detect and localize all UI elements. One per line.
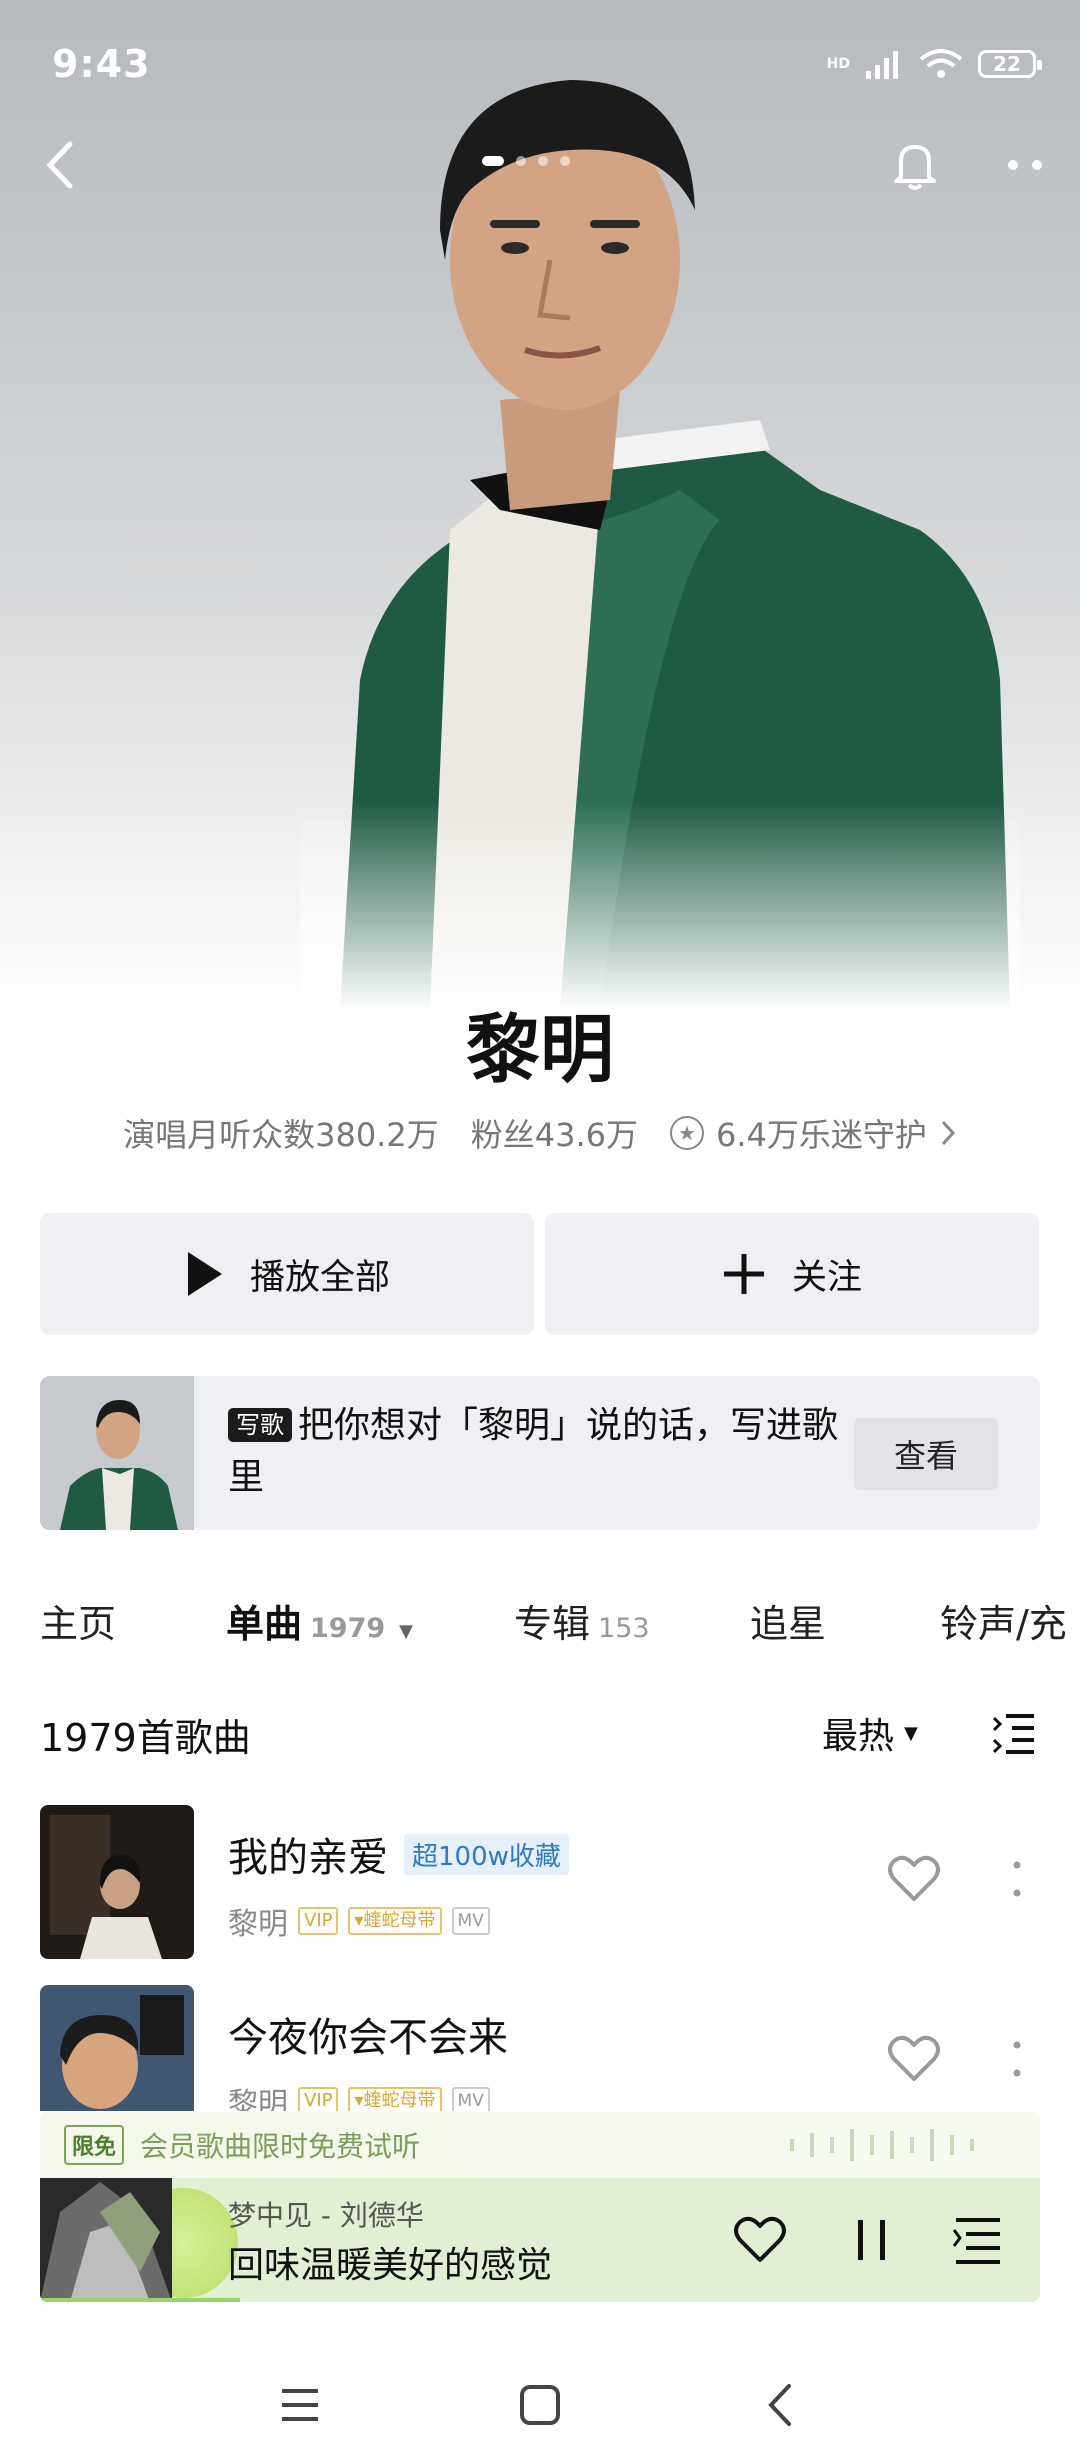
fans-count: 粉丝43.6万 xyxy=(470,1116,638,1154)
tab-albums-label: 专辑 xyxy=(514,1601,591,1646)
home-icon xyxy=(520,2385,560,2425)
guardians-link[interactable]: ★ 6.4万乐迷守护 xyxy=(669,1110,957,1156)
write-song-banner[interactable]: 写歌 把你想对「黎明」说的话，写进歌里 查看 xyxy=(40,1376,1040,1530)
nav-back-icon xyxy=(768,2384,791,2426)
player-progress xyxy=(40,2298,240,2302)
tab-ringtones-label: 铃声/充 xyxy=(940,1601,1067,1646)
write-song-tag: 写歌 xyxy=(228,1408,292,1442)
tab-fandom[interactable]: 追星 xyxy=(750,1593,940,1648)
home-button[interactable] xyxy=(505,2370,575,2440)
artist-tabs: 主页 单曲 1979 ▼ 专辑 153 追星 铃声/充 xyxy=(40,1585,1080,1655)
sort-label: 最热 xyxy=(822,1716,895,1757)
free-trial-bar[interactable]: 限免 会员歌曲限时免费试听 xyxy=(40,2112,1040,2178)
plus-icon xyxy=(723,1254,764,1294)
song-artist: 黎明 xyxy=(228,1907,288,1942)
tab-ringtones[interactable]: 铃声/充 xyxy=(940,1593,1080,1648)
song-cover xyxy=(40,1805,194,1959)
photo-page-indicator xyxy=(482,156,570,166)
chevron-right-icon xyxy=(941,1120,955,1146)
play-icon xyxy=(187,1252,222,1296)
heart-icon[interactable] xyxy=(884,1849,944,1909)
tab-singles-count: 1979 xyxy=(310,1612,386,1644)
tab-home[interactable]: 主页 xyxy=(40,1593,226,1648)
song-title: 我的亲爱 xyxy=(228,1835,388,1881)
quality-badge: ▾蝰蛇母带 xyxy=(348,2087,442,2111)
song-artist: 黎明 xyxy=(228,2087,288,2111)
banner-message: 把你想对「黎明」说的话，写进歌里 xyxy=(228,1405,839,1498)
player-lyric: 回味温暖美好的感觉 xyxy=(228,2245,553,2286)
more-vertical-icon[interactable] xyxy=(1002,1849,1032,1909)
mv-badge[interactable]: MV xyxy=(451,1907,490,1935)
battery-indicator: 22 xyxy=(978,50,1042,78)
bell-icon xyxy=(894,145,936,190)
nav-back-button[interactable] xyxy=(745,2370,815,2440)
song-title-area: 今夜你会不会来 xyxy=(228,2005,508,2063)
star-icon: ★ xyxy=(669,1116,704,1150)
more-vertical-icon[interactable] xyxy=(1002,2029,1032,2089)
banner-text: 写歌 把你想对「黎明」说的话，写进歌里 xyxy=(228,1400,868,1504)
network-label: HD xyxy=(826,56,850,72)
artist-photo xyxy=(300,60,1020,1010)
song-title-area: 我的亲爱 超100w收藏 xyxy=(228,1825,569,1883)
song-title: 今夜你会不会来 xyxy=(228,2015,508,2061)
status-icons: HD 22 xyxy=(826,44,1042,84)
menu-icon xyxy=(282,2389,318,2421)
tab-home-label: 主页 xyxy=(40,1601,117,1646)
waveform-icon xyxy=(790,2129,974,2161)
player-cover[interactable] xyxy=(40,2178,172,2302)
free-tag: 限免 xyxy=(64,2125,125,2165)
queue-icon[interactable] xyxy=(948,2210,1008,2270)
tab-fandom-label: 追星 xyxy=(750,1601,827,1646)
list-icon[interactable] xyxy=(990,1710,1038,1758)
status-time: 9:43 xyxy=(52,42,151,86)
song-count-title: 1979首歌曲 xyxy=(40,1716,251,1760)
menu-button[interactable] xyxy=(265,2370,335,2440)
quality-badge: ▾蝰蛇母带 xyxy=(348,1907,442,1935)
caret-down-icon: ▼ xyxy=(399,1620,414,1642)
back-icon xyxy=(46,141,73,189)
player-track-artist: 梦中见 - 刘德华 xyxy=(228,2199,424,2232)
pause-icon[interactable] xyxy=(842,2210,902,2270)
song-row[interactable]: 今夜你会不会来 黎明 VIP ▾蝰蛇母带 MV xyxy=(40,1985,1040,2111)
follow-button[interactable]: 关注 xyxy=(545,1213,1039,1335)
artist-stats: 演唱月听众数380.2万 粉丝43.6万 ★ 6.4万乐迷守护 xyxy=(0,1110,1080,1156)
more-icon xyxy=(1008,160,1042,170)
view-button[interactable]: 查看 xyxy=(854,1418,998,1490)
song-cover xyxy=(40,1985,194,2111)
vip-badge: VIP xyxy=(298,1907,339,1935)
system-nav-bar xyxy=(0,2350,1080,2460)
song-row[interactable]: 我的亲爱 超100w收藏 黎明 VIP ▾蝰蛇母带 MV xyxy=(40,1805,1040,1961)
mv-badge[interactable]: MV xyxy=(451,2087,490,2111)
collect-badge: 超100w收藏 xyxy=(404,1833,569,1875)
notification-button[interactable] xyxy=(880,130,950,200)
wifi-icon xyxy=(919,49,963,78)
follow-label: 关注 xyxy=(791,1257,862,1298)
tab-singles[interactable]: 单曲 1979 ▼ xyxy=(226,1593,514,1648)
tab-albums[interactable]: 专辑 153 xyxy=(514,1593,750,1648)
song-meta: 黎明 VIP ▾蝰蛇母带 MV xyxy=(228,2079,490,2111)
trial-text: 会员歌曲限时免费试听 xyxy=(140,2130,421,2163)
guardians-count: 6.4万乐迷守护 xyxy=(715,1116,927,1154)
play-all-label: 播放全部 xyxy=(249,1257,390,1298)
more-button[interactable] xyxy=(990,130,1060,200)
back-button[interactable] xyxy=(24,130,94,200)
mini-player[interactable]: 梦中见 - 刘德华 回味温暖美好的感觉 xyxy=(40,2178,1040,2302)
play-all-button[interactable]: 播放全部 xyxy=(40,1213,534,1335)
tab-singles-label: 单曲 xyxy=(226,1601,303,1646)
song-meta: 黎明 VIP ▾蝰蛇母带 MV xyxy=(228,1899,490,1943)
heart-icon[interactable] xyxy=(730,2210,790,2270)
artist-name: 黎明 xyxy=(466,1007,614,1093)
signal-icon xyxy=(866,51,898,79)
vip-badge: VIP xyxy=(298,2087,339,2111)
sort-dropdown[interactable]: 最热 ▼ xyxy=(822,1707,918,1759)
heart-icon[interactable] xyxy=(884,2029,944,2089)
monthly-listeners: 演唱月听众数380.2万 xyxy=(123,1116,439,1154)
banner-artist-thumbnail xyxy=(40,1376,194,1530)
battery-level: 22 xyxy=(993,52,1021,76)
tab-albums-count: 153 xyxy=(598,1612,650,1644)
caret-down-icon: ▼ xyxy=(904,1722,918,1744)
